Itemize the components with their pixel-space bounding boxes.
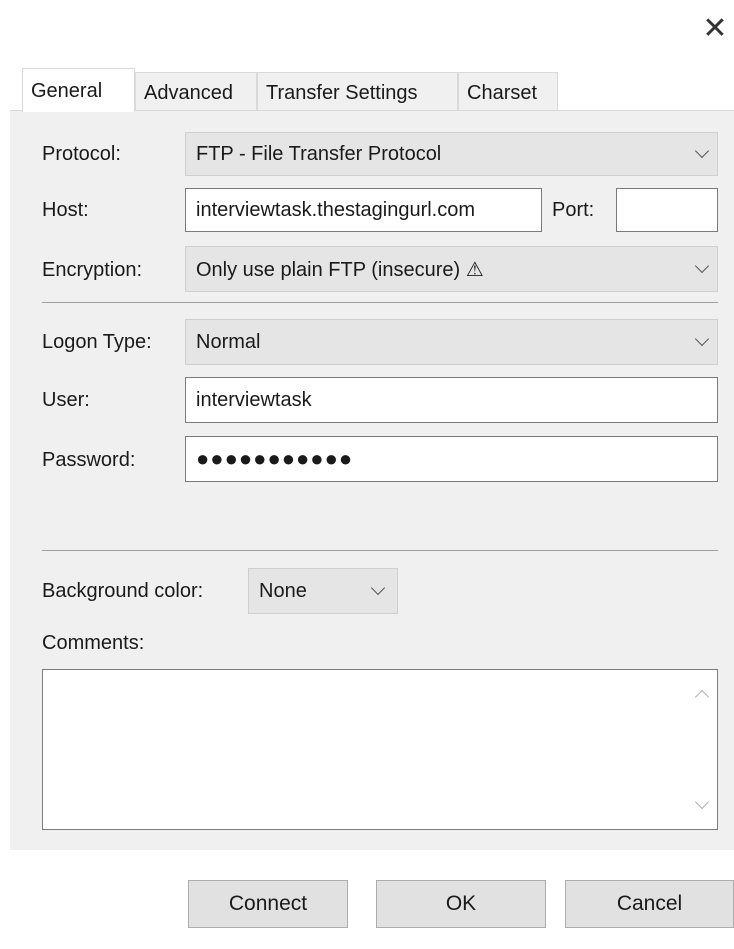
cancel-button[interactable]: Cancel [565, 880, 734, 928]
tab-advanced[interactable]: Advanced [135, 72, 257, 112]
encryption-label: Encryption: [42, 259, 143, 281]
protocol-value: FTP - File Transfer Protocol [196, 142, 442, 165]
port-label: Port: [552, 199, 595, 221]
separator [42, 302, 718, 303]
comments-label: Comments: [42, 632, 145, 654]
encryption-select[interactable]: Only use plain FTP (insecure) ⚠ [185, 246, 718, 292]
chevron-down-icon [694, 258, 710, 274]
protocol-label: Protocol: [42, 143, 121, 165]
connect-button[interactable]: Connect [188, 880, 348, 928]
background-color-label: Background color: [42, 580, 204, 602]
background-color-select[interactable]: None [248, 568, 398, 614]
chevron-down-icon [370, 580, 386, 596]
separator [42, 550, 718, 551]
tab-charset[interactable]: Charset [458, 72, 558, 112]
logon-type-value: Normal [196, 330, 261, 353]
password-field[interactable]: ●●●●●●●●●●● [185, 436, 718, 482]
background-color-value: None [259, 579, 307, 602]
scroll-up-icon[interactable] [694, 689, 710, 705]
tab-general[interactable]: General [22, 68, 135, 112]
password-value: ●●●●●●●●●●● [196, 446, 354, 471]
host-value: interviewtask.thestagingurl.com [196, 198, 476, 221]
logon-type-select[interactable]: Normal [185, 319, 718, 365]
protocol-select[interactable]: FTP - File Transfer Protocol [185, 132, 718, 176]
host-field[interactable]: interviewtask.thestagingurl.com [185, 188, 542, 232]
host-label: Host: [42, 199, 89, 221]
comments-scrollbar[interactable] [687, 670, 717, 829]
logon-type-label: Logon Type: [42, 331, 152, 353]
user-value: interviewtask [196, 388, 312, 411]
close-icon[interactable]: ✕ [702, 14, 728, 44]
password-label: Password: [42, 449, 136, 471]
port-field[interactable] [616, 188, 718, 232]
ok-button[interactable]: OK [376, 880, 546, 928]
user-label: User: [42, 389, 90, 411]
encryption-value: Only use plain FTP (insecure) ⚠ [196, 258, 484, 281]
chevron-down-icon [694, 143, 710, 159]
tab-transfer-settings[interactable]: Transfer Settings [257, 72, 458, 112]
user-field[interactable]: interviewtask [185, 377, 718, 423]
comments-textarea[interactable] [42, 669, 718, 830]
scroll-down-icon[interactable] [694, 794, 710, 810]
chevron-down-icon [694, 331, 710, 347]
